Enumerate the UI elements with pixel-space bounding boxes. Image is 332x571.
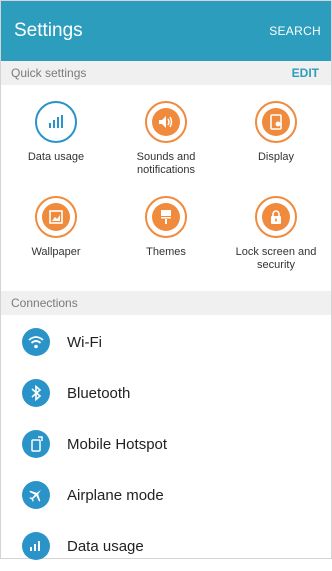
bluetooth-icon — [22, 379, 50, 407]
list-item-data-usage[interactable]: Data usage — [1, 521, 331, 571]
list-item-label: Data usage — [67, 537, 144, 555]
display-icon-circle — [255, 101, 297, 143]
speaker-icon — [152, 108, 180, 136]
quick-setting-label: Lock screen and security — [235, 246, 317, 271]
list-item-label: Mobile Hotspot — [67, 435, 168, 453]
quick-setting-lock-screen[interactable]: Lock screen and security — [221, 196, 331, 272]
quick-setting-themes[interactable]: Themes — [111, 196, 221, 259]
paintbrush-icon — [152, 203, 180, 231]
list-item-label: Bluetooth — [67, 384, 131, 402]
airplane-icon — [22, 481, 50, 509]
speaker-icon-circle — [145, 101, 187, 143]
list-item-mobile-hotspot[interactable]: Mobile Hotspot — [1, 419, 331, 469]
quick-setting-label: Themes — [146, 246, 186, 258]
paintbrush-icon-circle — [145, 196, 187, 238]
quick-setting-data-usage[interactable]: Data usage — [1, 101, 111, 164]
list-item-label: Airplane mode — [67, 486, 164, 504]
connections-header: Connections — [1, 291, 331, 315]
quick-setting-label: Wallpaper — [31, 246, 81, 258]
page-title: Settings — [14, 20, 83, 41]
hotspot-icon — [22, 430, 50, 458]
list-item-airplane-mode[interactable]: Airplane mode — [1, 470, 331, 520]
wallpaper-icon-circle — [35, 196, 77, 238]
list-item-wifi[interactable]: Wi-Fi — [1, 317, 331, 367]
search-button[interactable]: SEARCH — [269, 24, 321, 38]
list-item-label: Wi-Fi — [67, 333, 102, 351]
edit-button[interactable]: EDIT — [292, 66, 319, 80]
data-usage-icon — [35, 101, 77, 143]
quick-setting-sounds[interactable]: Sounds and notifications — [111, 101, 221, 177]
quick-setting-label: Display — [257, 151, 295, 163]
lock-icon-circle — [255, 196, 297, 238]
quick-setting-wallpaper[interactable]: Wallpaper — [1, 196, 111, 259]
quick-setting-label: Sounds and notifications — [136, 151, 196, 176]
wifi-icon — [22, 328, 50, 356]
quick-settings-header: Quick settings EDIT — [1, 61, 331, 85]
quick-setting-label: Data usage — [27, 151, 85, 163]
wallpaper-icon — [42, 203, 70, 231]
connections-title: Connections — [11, 296, 78, 310]
app-bar: Settings SEARCH — [1, 1, 331, 61]
quick-setting-display[interactable]: Display — [221, 101, 331, 164]
lock-icon — [262, 203, 290, 231]
quick-settings-title: Quick settings — [11, 66, 87, 80]
list-item-bluetooth[interactable]: Bluetooth — [1, 368, 331, 418]
display-icon — [262, 108, 290, 136]
data-usage-icon — [22, 532, 50, 560]
